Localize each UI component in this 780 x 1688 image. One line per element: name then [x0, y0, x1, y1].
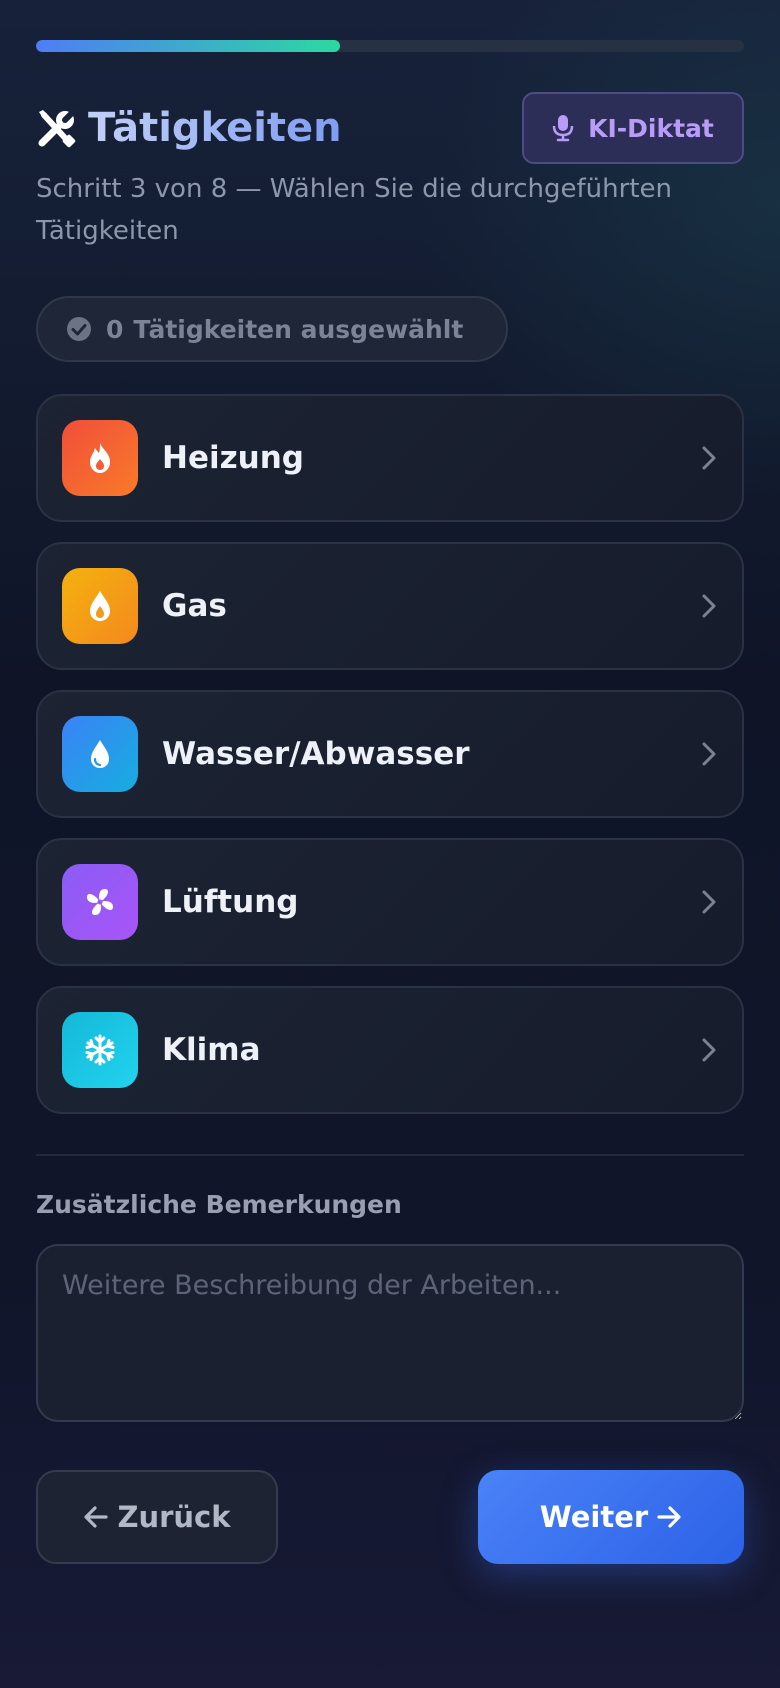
category-list: Heizung Gas Wasser/Abwasser Lüftung Klim…	[36, 394, 744, 1134]
check-circle-icon	[67, 317, 91, 341]
chevron-right-icon	[702, 446, 716, 470]
category-label: Wasser/Abwasser	[162, 736, 470, 772]
water-drop-icon	[91, 740, 109, 768]
fan-icon	[87, 889, 113, 915]
arrow-left-icon	[84, 1506, 109, 1528]
category-label: Klima	[162, 1032, 261, 1068]
category-label: Lüftung	[162, 884, 299, 920]
next-button[interactable]: Weiter	[478, 1470, 744, 1564]
remarks-textarea[interactable]	[36, 1244, 744, 1422]
selection-count-text: 0 Tätigkeiten ausgewählt	[106, 315, 463, 344]
category-label: Heizung	[162, 440, 304, 476]
category-label: Gas	[162, 588, 227, 624]
back-label: Zurück	[117, 1500, 231, 1534]
category-icon-badge	[62, 716, 138, 792]
selection-count-badge: 0 Tätigkeiten ausgewählt	[36, 296, 508, 362]
category-icon-badge	[62, 420, 138, 496]
chevron-right-icon	[702, 1038, 716, 1062]
category-lueftung[interactable]: Lüftung	[36, 838, 744, 966]
progress-bar	[36, 40, 744, 52]
category-heizung[interactable]: Heizung	[36, 394, 744, 522]
category-icon-badge	[62, 864, 138, 940]
remarks-label: Zusätzliche Bemerkungen	[36, 1190, 402, 1219]
tools-icon	[38, 108, 77, 148]
category-icon-badge	[62, 1012, 138, 1088]
flame-icon	[90, 443, 110, 473]
selection-count-label: Tätigkeiten ausgewählt	[133, 314, 464, 344]
category-wasser-abwasser[interactable]: Wasser/Abwasser	[36, 690, 744, 818]
page-header: Tätigkeiten KI-Diktat	[36, 92, 744, 166]
category-gas[interactable]: Gas	[36, 542, 744, 670]
title-group: Tätigkeiten	[36, 104, 342, 152]
chevron-right-icon	[702, 594, 716, 618]
step-subtitle: Schritt 3 von 8 — Wählen Sie die durchge…	[36, 174, 672, 246]
microphone-icon	[552, 115, 574, 142]
page-title: Tätigkeiten	[88, 105, 342, 151]
chevron-right-icon	[702, 742, 716, 766]
gas-drop-icon	[90, 591, 110, 621]
snowflake-icon	[85, 1034, 115, 1066]
chevron-right-icon	[702, 890, 716, 914]
ai-dictate-button[interactable]: KI-Diktat	[522, 92, 744, 164]
progress-fill	[36, 40, 341, 52]
next-label: Weiter	[539, 1500, 649, 1534]
arrow-right-icon	[657, 1506, 681, 1528]
category-klima[interactable]: Klima	[36, 986, 744, 1114]
back-button[interactable]: Zurück	[36, 1470, 278, 1564]
ai-dictate-label: KI-Diktat	[588, 113, 714, 143]
selection-count-number: 0	[106, 314, 124, 344]
category-icon-badge	[62, 568, 138, 644]
section-divider	[36, 1154, 744, 1156]
